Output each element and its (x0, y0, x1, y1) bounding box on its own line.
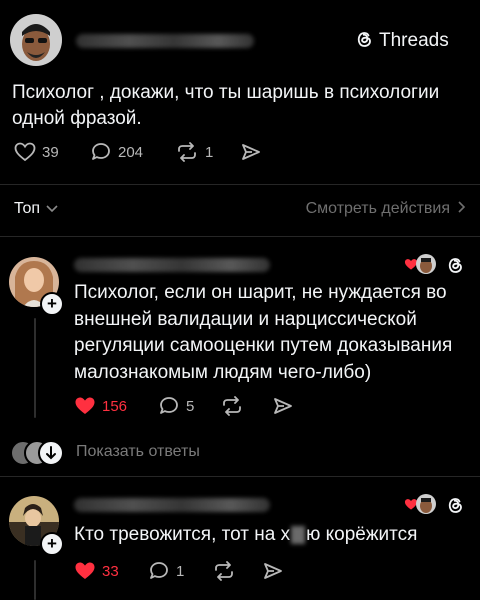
reply-text-line: внешней валидации и нарциссической (74, 308, 417, 330)
post-repost-count: 1 (205, 143, 214, 161)
post-like-count: 39 (42, 143, 59, 161)
reply-like-button[interactable]: 33 (74, 561, 119, 581)
reply-username-blurred[interactable] (74, 498, 270, 512)
reply-like-count: 156 (102, 397, 128, 415)
reply-comment-button[interactable]: 5 (158, 396, 194, 416)
threads-logo-icon[interactable] (445, 495, 465, 520)
author-username-blurred[interactable] (76, 34, 254, 48)
reply-like-button[interactable]: 156 (74, 396, 127, 416)
heart-outline-icon (14, 142, 36, 162)
send-icon (272, 396, 294, 416)
reply-comment-count: 5 (186, 397, 195, 415)
reply-like-count: 33 (102, 562, 119, 580)
reply-repost-button[interactable] (212, 561, 236, 581)
threads-brand-label: Threads (379, 30, 449, 51)
send-icon (240, 142, 262, 162)
reply-text-after: ю корёжится (306, 524, 418, 545)
reply-text-before: Кто тревожится, тот на х (74, 524, 291, 545)
divider (0, 184, 480, 185)
mini-author-avatar (416, 254, 436, 274)
view-activity-label: Смотреть действия (305, 200, 450, 217)
reply-username-blurred[interactable] (74, 258, 270, 272)
follow-plus-button[interactable]: + (40, 532, 64, 556)
repost-icon (220, 396, 244, 416)
sort-label: Топ (14, 200, 41, 217)
post-comment-count: 204 (118, 143, 144, 161)
repost-icon (175, 142, 199, 162)
follow-plus-button[interactable]: + (40, 292, 64, 316)
thread-line (34, 560, 36, 600)
comment-bubble-icon (90, 142, 112, 162)
censor-blur (291, 526, 306, 544)
reply-comment-count: 1 (176, 562, 185, 580)
post-share-button[interactable] (240, 142, 262, 162)
author-avatar[interactable] (10, 14, 62, 66)
threads-logo-icon[interactable] (445, 255, 465, 280)
threads-logo-icon (354, 29, 374, 54)
heart-filled-icon (74, 396, 96, 416)
show-replies-label: Показать ответы (76, 443, 200, 460)
arrow-down-icon (45, 446, 57, 464)
reply-text-line: Психолог, если он шарит, не нуждается во (74, 282, 447, 303)
thread-line (34, 318, 36, 418)
reply-repost-button[interactable] (220, 396, 244, 416)
reply-text-line: регуляции самооценки путем доказывания (74, 335, 453, 356)
comment-bubble-icon (158, 396, 180, 416)
reply-share-button[interactable] (272, 396, 294, 416)
sort-dropdown[interactable]: Топ (14, 200, 58, 218)
reply-text: Кто тревожится, тот на х ю корёжится (74, 522, 474, 548)
chevron-right-icon (458, 200, 466, 218)
show-replies-row[interactable]: Показать ответы (10, 440, 270, 466)
heart-filled-icon (74, 561, 96, 581)
send-icon (262, 561, 284, 581)
reply-text: Психолог, если он шарит, не нуждается во… (74, 280, 474, 386)
chevron-down-icon (46, 200, 58, 218)
repost-icon (212, 561, 236, 581)
post-text-line: одной фразой. (12, 108, 142, 129)
reply-share-button[interactable] (262, 561, 284, 581)
post-text-line: Психолог , докажи, что ты шаришь в психо… (12, 82, 440, 103)
post-repost-button[interactable]: 1 (175, 142, 213, 162)
replier-avatar-arrow (38, 440, 64, 466)
reply-text-line: малознакомым людям чего-либо) (74, 361, 372, 383)
mini-author-avatar (416, 494, 436, 514)
divider (0, 236, 480, 237)
post-comment-button[interactable]: 204 (90, 142, 143, 162)
reply-comment-button[interactable]: 1 (148, 561, 184, 581)
author-liked-badge (404, 492, 438, 518)
post-like-button[interactable]: 39 (14, 142, 59, 162)
comment-bubble-icon (148, 561, 170, 581)
author-liked-badge (404, 252, 438, 278)
threads-brand[interactable]: Threads (354, 28, 449, 54)
view-activity-link[interactable]: Смотреть действия (306, 200, 466, 218)
post-text: Психолог , докажи, что ты шаришь в психо… (12, 80, 472, 132)
divider (0, 476, 480, 477)
